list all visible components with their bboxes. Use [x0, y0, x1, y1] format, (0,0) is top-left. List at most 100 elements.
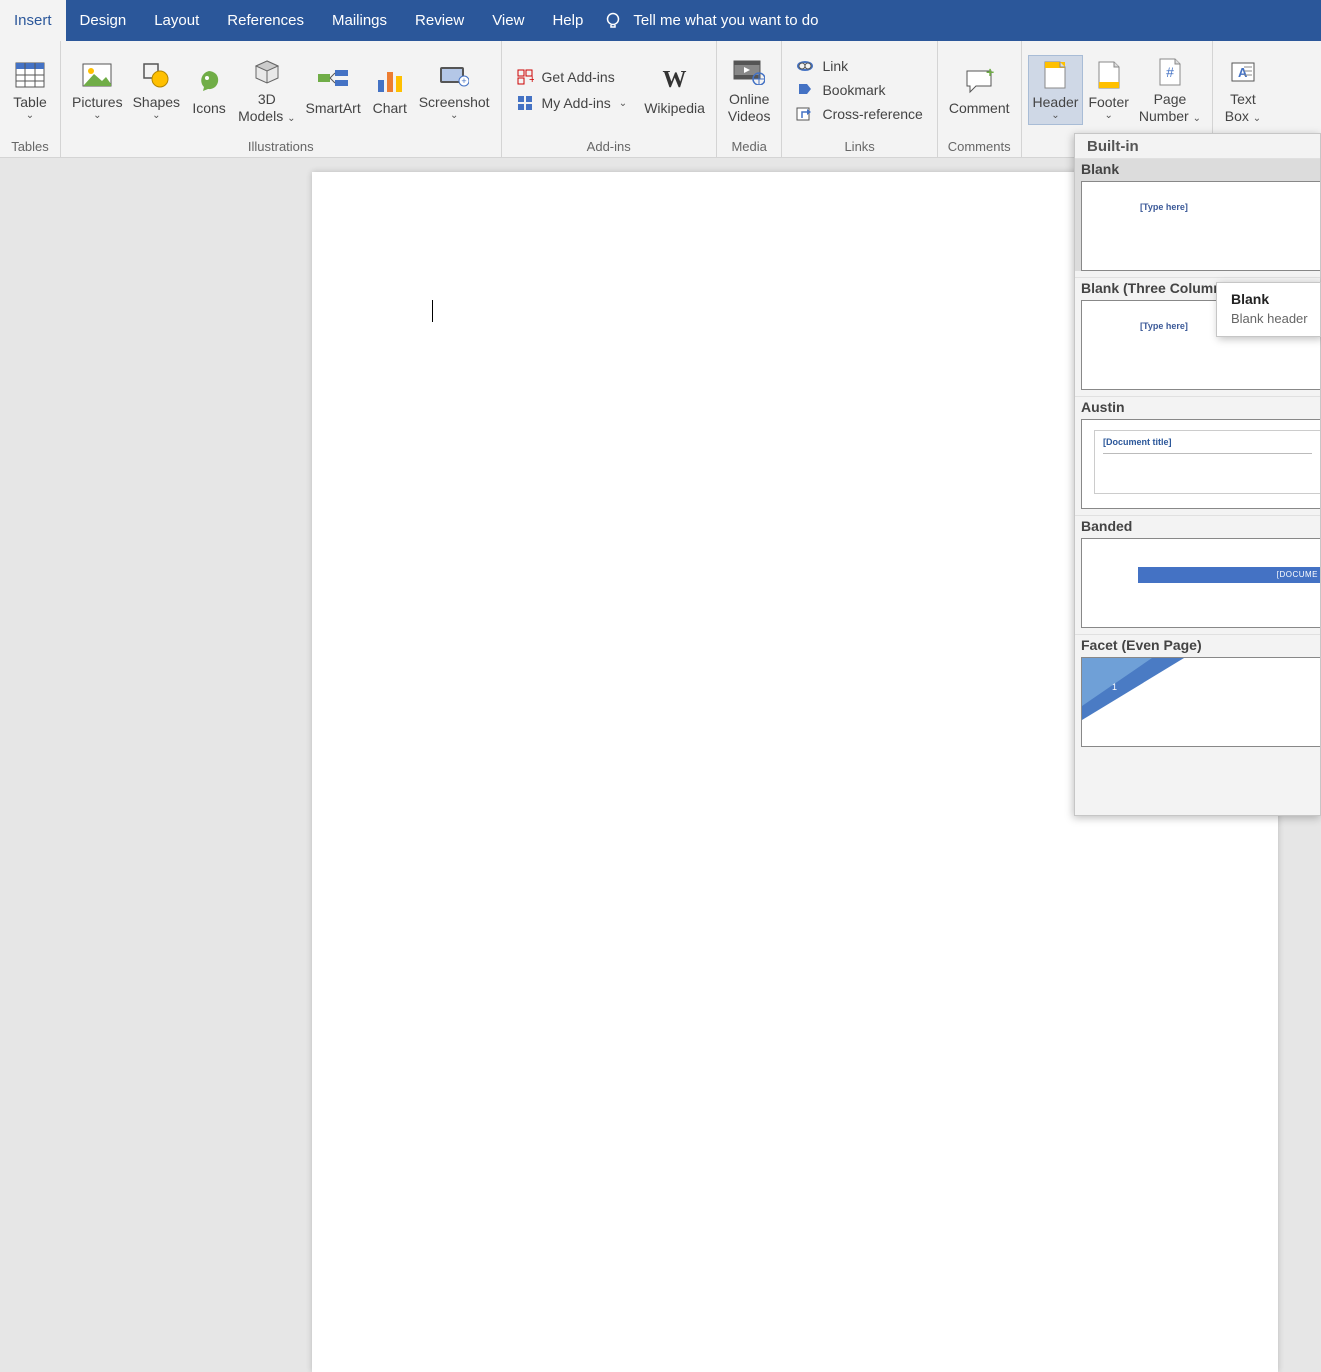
chevron-down-icon: ⌄ [1193, 113, 1201, 124]
smartart-label: SmartArt [305, 100, 360, 117]
svg-text:+: + [529, 74, 534, 86]
pictures-icon [80, 58, 114, 92]
group-label-tables: Tables [0, 137, 60, 158]
gallery-item-banded[interactable]: Banded [DOCUME [1075, 515, 1320, 628]
screenshot-icon: + [437, 58, 471, 92]
gallery-item-blank[interactable]: Blank [Type here] [1075, 158, 1320, 271]
screenshot-label: Screenshot [419, 94, 490, 111]
addins-icon [516, 94, 534, 112]
gallery-item-austin[interactable]: Austin [Document title] [1075, 396, 1320, 509]
group-comments: + Comment Comments [938, 41, 1022, 158]
gallery-preview: 1 [1081, 657, 1320, 747]
smartart-button[interactable]: SmartArt [300, 61, 365, 120]
bookmark-label: Bookmark [822, 82, 885, 98]
text-box-icon: A [1226, 55, 1260, 89]
header-icon [1038, 58, 1072, 92]
tooltip-title: Blank [1231, 291, 1306, 307]
pictures-button[interactable]: Pictures ⌄ [67, 55, 128, 126]
online-label-2: Videos [728, 108, 771, 125]
header-label: Header [1033, 94, 1079, 111]
group-links: Link Bookmark Cross-reference Links [782, 41, 937, 158]
footer-icon [1092, 58, 1126, 92]
text-label-1: Text [1230, 91, 1256, 108]
tab-design[interactable]: Design [66, 0, 141, 41]
text-box-button[interactable]: A Text Box ⌄ [1219, 52, 1267, 128]
chevron-down-icon: ⌄ [1253, 113, 1261, 124]
icons-button[interactable]: Icons [185, 61, 233, 120]
get-addins-label: Get Add-ins [542, 69, 615, 85]
ribbon-tabs: Insert Design Layout References Mailings… [0, 0, 1321, 41]
models-label-1: 3D [258, 91, 276, 108]
bookmark-button[interactable]: Bookmark [788, 79, 930, 101]
tab-references[interactable]: References [213, 0, 318, 41]
chart-button[interactable]: Chart [366, 61, 414, 120]
placeholder-text: 1 [1112, 682, 1117, 692]
placeholder-text: [Type here] [1140, 321, 1188, 331]
link-label: Link [822, 58, 848, 74]
table-button[interactable]: Table ⌄ [6, 55, 54, 126]
wikipedia-label: Wikipedia [644, 100, 705, 117]
group-media: Online Videos Media [717, 41, 783, 158]
video-icon [732, 55, 766, 89]
footer-label: Footer [1088, 94, 1128, 111]
bookmark-icon [796, 82, 814, 98]
link-icon [796, 58, 814, 74]
cross-reference-button[interactable]: Cross-reference [788, 103, 930, 125]
tab-review[interactable]: Review [401, 0, 478, 41]
shapes-label: Shapes [133, 94, 180, 111]
group-label-addins: Add-ins [502, 137, 716, 158]
tooltip-desc: Blank header [1231, 311, 1306, 326]
comment-button[interactable]: + Comment [944, 61, 1015, 120]
header-button[interactable]: Header ⌄ [1028, 55, 1084, 126]
chevron-down-icon: ⌄ [450, 110, 458, 122]
online-label-1: Online [729, 91, 769, 108]
wikipedia-button[interactable]: W Wikipedia [639, 61, 710, 120]
svg-text:+: + [461, 76, 466, 86]
chevron-down-icon: ⌄ [287, 113, 295, 124]
screenshot-button[interactable]: + Screenshot ⌄ [414, 55, 495, 126]
header-gallery-dropdown: Built-in Blank [Type here] Blank (Three … [1074, 133, 1321, 816]
footer-button[interactable]: Footer ⌄ [1083, 55, 1133, 126]
store-icon: + [516, 68, 534, 86]
group-label-illustrations: Illustrations [61, 137, 501, 158]
group-illustrations: Pictures ⌄ Shapes ⌄ Icons 3D Models ⌄ Sm… [61, 41, 502, 158]
gallery-item-label: Banded [1075, 516, 1320, 538]
page-number-button[interactable]: # Page Number ⌄ [1134, 52, 1206, 128]
icons-label: Icons [192, 100, 225, 117]
crossref-icon [796, 106, 814, 122]
group-addins: + Get Add-ins My Add-ins ⌄ W Wikipedia A… [502, 41, 717, 158]
3d-models-button[interactable]: 3D Models ⌄ [233, 52, 300, 128]
svg-text:+: + [986, 68, 994, 80]
smartart-icon [316, 64, 350, 98]
online-videos-button[interactable]: Online Videos [723, 52, 776, 128]
gallery-preview: [Document title] [1081, 419, 1320, 509]
gallery-item-label: Austin [1075, 397, 1320, 419]
chevron-down-icon: ⌄ [619, 98, 627, 109]
link-button[interactable]: Link [788, 55, 930, 77]
gallery-item-label: Blank [1075, 159, 1320, 181]
placeholder-text: [Document title] [1103, 437, 1312, 447]
shapes-button[interactable]: Shapes ⌄ [128, 55, 185, 126]
gallery-preview: [DOCUME [1081, 538, 1320, 628]
chevron-down-icon: ⌄ [1104, 110, 1112, 122]
get-addins-button[interactable]: + Get Add-ins [508, 65, 636, 89]
icons-icon [192, 64, 226, 98]
comment-icon: + [962, 64, 996, 98]
crossref-label: Cross-reference [822, 106, 922, 122]
group-label-links: Links [782, 137, 936, 158]
tab-view[interactable]: View [478, 0, 538, 41]
tab-mailings[interactable]: Mailings [318, 0, 401, 41]
group-tables: Table ⌄ Tables [0, 41, 61, 158]
tab-help[interactable]: Help [538, 0, 597, 41]
placeholder-text: [Type here] [1140, 202, 1188, 212]
my-addins-button[interactable]: My Add-ins ⌄ [508, 91, 636, 115]
tell-me-search[interactable]: Tell me what you want to do [603, 11, 818, 31]
tab-layout[interactable]: Layout [140, 0, 213, 41]
page-label-2: Number [1139, 108, 1189, 124]
gallery-item-facet-even[interactable]: Facet (Even Page) 1 [1075, 634, 1320, 747]
gallery-item-label: Facet (Even Page) [1075, 635, 1320, 657]
cube-icon [250, 55, 284, 89]
tab-insert[interactable]: Insert [0, 0, 66, 41]
comment-label: Comment [949, 100, 1010, 117]
gallery-section-label: Built-in [1075, 134, 1320, 158]
